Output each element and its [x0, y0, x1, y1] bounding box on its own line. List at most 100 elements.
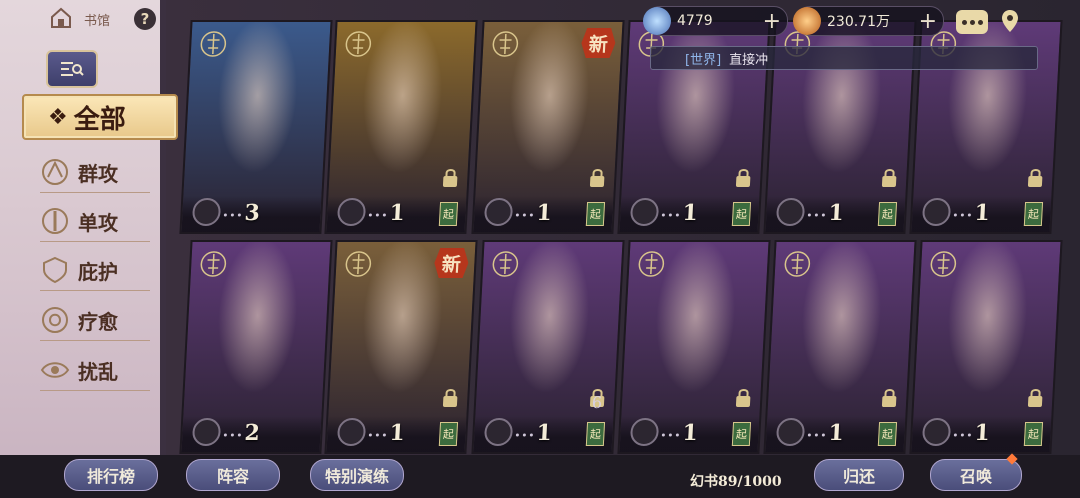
awaken-seal-badge: 起 [1023, 422, 1044, 446]
faction-emblem-icon [200, 31, 227, 57]
card-level: 1 [973, 200, 991, 226]
character-card[interactable]: 1 起 [909, 240, 1063, 454]
character-card[interactable]: 1 起 [763, 240, 917, 454]
library-home-button[interactable] [48, 6, 74, 36]
gem-count: 4779 [677, 13, 713, 29]
awaken-seal-badge: 起 [585, 422, 606, 446]
character-card[interactable]: 3 [179, 20, 333, 234]
library-icon [51, 7, 71, 28]
level-dots-icon [807, 213, 825, 217]
category-label: 单攻 [78, 210, 118, 235]
diamond-icon: ❖ [48, 104, 68, 130]
category-sidebar: 书馆 ? ❖ 全部 群攻 单攻 庇护 疗愈 扰乱 [0, 0, 178, 498]
level-dots-icon [807, 433, 825, 437]
faction-emblem-icon [930, 251, 957, 277]
lock-icon [589, 169, 605, 187]
world-chat-message: 直接冲 [729, 52, 769, 68]
level-dots-icon [515, 213, 533, 217]
faction-emblem-icon [638, 251, 665, 277]
formation-button[interactable]: 阵容 [186, 459, 280, 491]
card-level: 1 [827, 420, 845, 446]
awaken-seal-badge: 起 [438, 422, 459, 446]
level-dots-icon [368, 213, 386, 217]
faction-emblem-icon [200, 251, 227, 277]
character-card[interactable]: 1 起 6 [471, 240, 625, 454]
level-dots-icon [223, 433, 241, 437]
card-level: 2 [243, 420, 261, 446]
faction-emblem-icon [784, 251, 811, 277]
lock-icon [735, 389, 751, 407]
coin-count: 230.71万 [827, 14, 890, 30]
special-drill-button[interactable]: 特别演练 [310, 459, 404, 491]
single-attack-icon [42, 208, 68, 234]
library-label: 书馆 [84, 14, 111, 29]
awaken-seal-badge: 起 [731, 202, 752, 226]
aoe-attack-icon [42, 159, 68, 185]
filter-search-button[interactable] [46, 50, 98, 88]
faction-emblem-icon [492, 31, 519, 57]
book-count: 幻书89/1000 [690, 474, 782, 490]
eye-icon [40, 362, 70, 378]
character-card[interactable]: 1 起 新 [471, 20, 625, 234]
level-dots-icon [223, 213, 241, 217]
level-dots-icon [368, 433, 386, 437]
bottom-bar: 排行榜 阵容 特别演练 幻书89/1000 归还 召唤 [0, 455, 1080, 498]
ranking-button[interactable]: 排行榜 [64, 459, 158, 491]
card-level: 1 [388, 200, 406, 226]
lock-icon [881, 389, 897, 407]
coin-resource: 230.71万 + [793, 6, 944, 36]
character-card[interactable]: 1 起 新 [324, 240, 478, 454]
add-coin-button[interactable]: + [919, 9, 937, 34]
faction-emblem-icon [345, 31, 372, 57]
new-badge: 新 [581, 28, 617, 58]
card-level: 1 [681, 200, 699, 226]
gem-resource: 4779 + [643, 6, 788, 36]
category-heal[interactable]: 疗愈 [40, 300, 150, 341]
awaken-seal-badge: 起 [438, 202, 459, 226]
category-label: 群攻 [78, 161, 118, 186]
location-pin-icon[interactable] [1000, 8, 1020, 34]
faction-emblem-icon [492, 251, 519, 277]
lock-icon [442, 389, 458, 407]
level-dots-icon [661, 433, 679, 437]
awaken-seal-badge: 起 [1023, 202, 1044, 226]
level-dots-icon [515, 433, 533, 437]
level-dots-icon [953, 433, 971, 437]
new-badge: 新 [434, 248, 470, 278]
category-disrupt[interactable]: 扰乱 [40, 350, 150, 391]
card-level: 1 [535, 420, 553, 446]
category-label: 疗愈 [78, 309, 118, 334]
add-gem-button[interactable]: + [763, 9, 781, 34]
category-aoe-attack[interactable]: 群攻 [40, 152, 150, 193]
gem-icon [643, 7, 671, 35]
awaken-seal-badge: 起 [585, 202, 606, 226]
filter-search-icon [61, 62, 84, 76]
character-card[interactable]: 1 起 [617, 240, 771, 454]
card-level: 1 [388, 420, 406, 446]
card-level: 3 [243, 200, 261, 226]
character-card[interactable]: 1 起 [324, 20, 478, 234]
level-dots-icon [953, 213, 971, 217]
lock-icon [1027, 169, 1043, 187]
heal-icon [42, 307, 68, 333]
chat-icon[interactable] [956, 10, 988, 34]
card-level: 1 [535, 200, 553, 226]
summon-button[interactable]: 召唤 [930, 459, 1022, 491]
coin-icon [793, 7, 821, 35]
world-chat-bar[interactable]: [世界] 直接冲 [650, 46, 1038, 70]
category-protect[interactable]: 庇护 [40, 250, 150, 291]
shield-icon [43, 256, 67, 284]
help-icon[interactable]: ? [134, 8, 156, 30]
category-label: 扰乱 [78, 359, 118, 384]
lock-icon [735, 169, 751, 187]
lock-icon [442, 169, 458, 187]
awaken-seal-badge: 起 [731, 422, 752, 446]
card-extra-number: 6 [591, 393, 603, 412]
card-level: 1 [973, 420, 991, 446]
faction-emblem-icon [345, 251, 372, 277]
category-single-attack[interactable]: 单攻 [40, 201, 150, 242]
tab-all[interactable]: ❖ 全部 [22, 94, 178, 140]
character-card[interactable]: 2 [179, 240, 333, 454]
lock-icon [1027, 389, 1043, 407]
return-button[interactable]: 归还 [814, 459, 904, 491]
